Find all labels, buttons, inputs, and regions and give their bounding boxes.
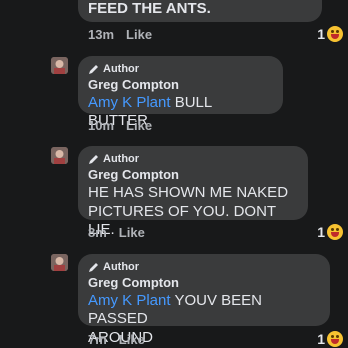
comment-text: Amy K Plant YOUV BEEN PASSED: [88, 292, 320, 328]
author-badge-label: Author: [103, 152, 140, 165]
like-button[interactable]: Like: [119, 225, 145, 240]
reaction-summary[interactable]: 1: [317, 25, 344, 43]
author-name[interactable]: Greg Compton: [88, 167, 298, 183]
comment-meta: 8m Like: [88, 225, 145, 240]
pencil-icon: [89, 64, 98, 74]
comment-text: FEED THE ANTS.: [88, 0, 211, 17]
avatar[interactable]: [51, 147, 68, 164]
reaction-count: 1: [317, 224, 325, 240]
laughing-emoji-icon: [326, 25, 344, 43]
reaction-count: 1: [317, 26, 325, 42]
comment-time: 13m: [88, 27, 115, 42]
pencil-icon: [89, 154, 98, 164]
comment-time: 8m: [88, 225, 107, 240]
laughing-emoji-icon: [326, 330, 344, 348]
reaction-count: 1: [317, 331, 325, 347]
like-button[interactable]: Like: [119, 332, 145, 347]
comment-bubble[interactable]: FEED THE ANTS.: [78, 0, 322, 22]
mention-link[interactable]: Amy K Plant: [88, 292, 171, 309]
comment-time: 10m: [88, 118, 115, 133]
comment-bubble[interactable]: Author Greg Compton Amy K Plant YOUV BEE…: [78, 254, 330, 346]
author-name[interactable]: Greg Compton: [88, 275, 320, 291]
like-button[interactable]: Like: [126, 118, 152, 133]
comment-text-line: HE HAS SHOWN ME NAKED: [88, 184, 289, 201]
comment-bubble[interactable]: Author Greg Compton Amy K Plant BULL BUT…: [78, 56, 283, 129]
comment-meta: 13m Like: [88, 27, 152, 42]
avatar[interactable]: [51, 57, 68, 74]
reaction-summary[interactable]: 1: [317, 330, 344, 348]
comment-meta: 10m Like: [88, 118, 152, 133]
author-badge: Author: [88, 152, 298, 165]
author-name[interactable]: Greg Compton: [88, 77, 273, 93]
comment-bubble[interactable]: Author Greg Compton HE HAS SHOWN ME NAKE…: [78, 146, 308, 238]
mention-link[interactable]: Amy K Plant: [88, 94, 171, 111]
comment-meta: 7m Like: [88, 332, 145, 347]
avatar[interactable]: [51, 254, 68, 271]
laughing-emoji-icon: [326, 223, 344, 241]
author-badge: Author: [88, 62, 273, 75]
like-button[interactable]: Like: [126, 27, 152, 42]
author-badge-label: Author: [103, 260, 140, 273]
comment-time: 7m: [88, 332, 107, 347]
pencil-icon: [89, 262, 98, 272]
author-badge-label: Author: [103, 62, 140, 75]
reaction-summary[interactable]: 1: [317, 223, 344, 241]
author-badge: Author: [88, 260, 320, 273]
